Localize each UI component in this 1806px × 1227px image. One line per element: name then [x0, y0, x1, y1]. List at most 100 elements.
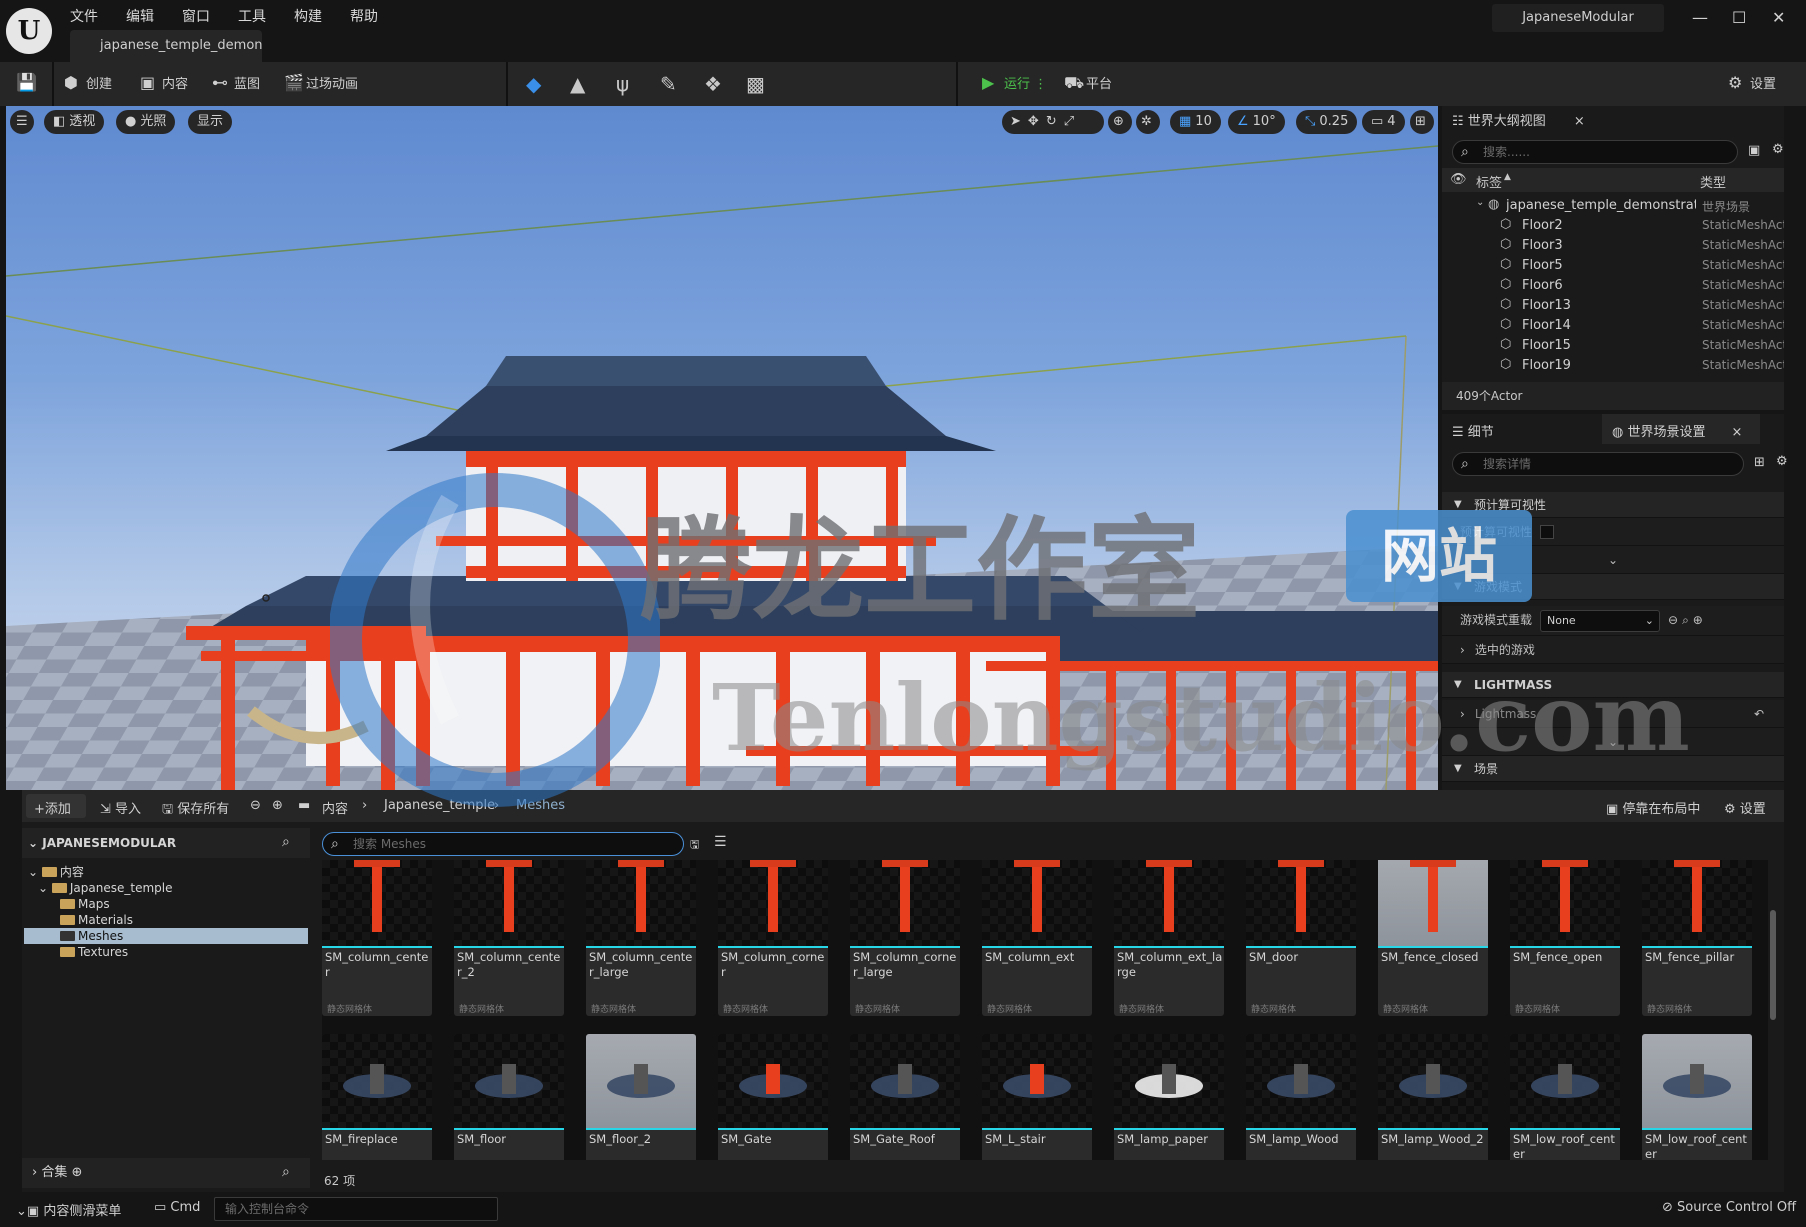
asset-tile[interactable]: SM_column_center_large 静态网格体: [586, 860, 696, 1016]
transform-tools[interactable]: ➤✥↻⤢: [1002, 110, 1104, 134]
close-tab-icon[interactable]: ×: [1732, 425, 1743, 440]
asset-tile[interactable]: SM_column_ext 静态网格体: [982, 860, 1092, 1016]
menu-build[interactable]: 构建: [294, 6, 322, 26]
section-scene[interactable]: ▼ 场景: [1442, 756, 1784, 782]
level-tab[interactable]: japanese_temple_demonst: [70, 30, 262, 62]
add-button[interactable]: +添加: [34, 798, 71, 817]
breadcrumb-content[interactable]: 内容: [322, 798, 348, 817]
tree-item-materials[interactable]: Materials: [60, 912, 133, 928]
surface-snap-icon[interactable]: ✲: [1136, 110, 1160, 134]
select-icon[interactable]: ➤: [1010, 114, 1028, 129]
move-icon[interactable]: ✥: [1028, 114, 1046, 129]
camera-speed-button[interactable]: ▭ 4: [1362, 110, 1405, 134]
prop-selected-game-mode[interactable]: › 选中的游戏: [1442, 636, 1784, 664]
reset-icon[interactable]: ↶: [1754, 700, 1764, 728]
breadcrumb-japanese-temple[interactable]: Japanese_temple: [384, 798, 495, 813]
section-precomputed-visibility[interactable]: ▼ 预计算可视性: [1442, 492, 1784, 518]
outliner-tab[interactable]: ☷ 世界大纲视图 ×: [1452, 110, 1585, 129]
add-collection-icon[interactable]: ⊕: [72, 1165, 83, 1180]
asset-tile[interactable]: SM_floor_2: [586, 1034, 696, 1160]
asset-tile[interactable]: SM_fence_closed 静态网格体: [1378, 860, 1488, 1016]
col-label[interactable]: 标签: [1476, 172, 1502, 191]
show-button[interactable]: 显示: [188, 110, 233, 134]
import-button[interactable]: ⇲ 导入: [100, 798, 141, 817]
collections-toggle[interactable]: › 合集 ⊕: [32, 1165, 82, 1181]
breadcrumb-meshes[interactable]: Meshes: [516, 798, 565, 813]
modeling-mode-icon[interactable]: ▩: [746, 72, 765, 96]
create-button[interactable]: ⬢ 创建: [64, 73, 112, 92]
precompute-checkbox[interactable]: [1540, 525, 1554, 539]
outliner-search-input[interactable]: ⌕ 搜索......: [1452, 140, 1738, 164]
minimize-button[interactable]: —: [1692, 8, 1708, 27]
filter-icon[interactable]: ☰: [714, 834, 727, 850]
rotation-snap-button[interactable]: ∠ 10°: [1228, 110, 1285, 134]
cb-settings-button[interactable]: ⚙ 设置: [1724, 798, 1766, 817]
back-icon[interactable]: ⊖: [250, 798, 261, 813]
section-game-mode[interactable]: ▼ 游戏模式: [1442, 574, 1784, 600]
details-settings-icon[interactable]: ⚙: [1776, 454, 1788, 469]
outliner-row[interactable]: ⬡Floor13StaticMeshActor: [1442, 296, 1784, 316]
viewport-layout-icon[interactable]: ⊞: [1410, 110, 1434, 134]
content-drawer-button[interactable]: ⌄▣ 内容侧滑菜单: [16, 1200, 121, 1219]
save-icon[interactable]: 💾: [16, 73, 37, 93]
lit-button[interactable]: ● 光照: [116, 110, 176, 134]
forward-icon[interactable]: ⊕: [272, 798, 283, 813]
prop-lightmass[interactable]: › Lightmass ↶: [1442, 700, 1784, 728]
save-search-icon[interactable]: 🖫: [690, 836, 699, 855]
menu-window[interactable]: 窗口: [182, 6, 210, 26]
grid-snap-button[interactable]: ▦ 10: [1170, 110, 1221, 134]
content-button[interactable]: ▣ 内容: [140, 73, 188, 92]
source-control-button[interactable]: ⊘ Source Control Off: [1662, 1200, 1796, 1215]
foliage-mode-icon[interactable]: ψ: [616, 72, 629, 96]
scale-snap-button[interactable]: ⤡ 0.25: [1296, 110, 1358, 134]
maximize-button[interactable]: ☐: [1732, 8, 1746, 27]
asset-tile[interactable]: SM_L_stair: [982, 1034, 1092, 1160]
asset-tile[interactable]: SM_column_center 静态网格体: [322, 860, 432, 1016]
save-all-button[interactable]: 🖫 保存所有: [162, 798, 229, 822]
asset-actions[interactable]: ⊖⌕⊕: [1668, 606, 1707, 634]
perspective-button[interactable]: ◧ 透视: [44, 110, 105, 134]
col-type[interactable]: 类型: [1700, 172, 1726, 191]
details-search-input[interactable]: ⌕ 搜索详情: [1452, 452, 1744, 476]
outliner-row[interactable]: ⬡Floor15StaticMeshActor: [1442, 336, 1784, 356]
close-button[interactable]: ✕: [1772, 8, 1785, 27]
mesh-paint-mode-icon[interactable]: ✎: [660, 72, 677, 96]
search-icon[interactable]: ⌕: [282, 834, 290, 850]
asset-tile[interactable]: SM_column_ext_large 静态网格体: [1114, 860, 1224, 1016]
blueprint-button[interactable]: ⊷ 蓝图: [212, 73, 260, 92]
tree-item-textures[interactable]: Textures: [60, 944, 128, 960]
outliner-settings-icon[interactable]: ⚙: [1772, 142, 1784, 157]
outliner-row[interactable]: ⬡Floor2StaticMeshActor: [1442, 216, 1784, 236]
dock-in-layout-button[interactable]: ▣ 停靠在布局中: [1606, 798, 1700, 817]
add-icon[interactable]: ⊕: [1693, 613, 1707, 627]
game-mode-dropdown[interactable]: None ⌄: [1540, 610, 1660, 632]
asset-tile[interactable]: SM_fence_pillar 静态网格体: [1642, 860, 1752, 1016]
viewport-menu-button[interactable]: ☰: [10, 110, 34, 134]
chevron-down-icon[interactable]: ⌄: [1476, 197, 1484, 208]
asset-tile[interactable]: SM_column_corner 静态网格体: [718, 860, 828, 1016]
asset-tile[interactable]: SM_column_corner_large 静态网格体: [850, 860, 960, 1016]
cmd-button[interactable]: ▭ Cmd: [154, 1200, 200, 1215]
expand-advanced[interactable]: ⌄: [1442, 546, 1784, 574]
menu-help[interactable]: 帮助: [350, 6, 378, 26]
outliner-row[interactable]: ⬡Floor3StaticMeshActor: [1442, 236, 1784, 256]
tree-root[interactable]: ⌄ JAPANESEMODULAR: [28, 835, 176, 851]
platform-button[interactable]: ⛟ 平台: [1064, 73, 1112, 94]
unreal-logo-icon[interactable]: U: [6, 8, 52, 54]
select-mode-icon[interactable]: ◆: [526, 72, 541, 96]
asset-tile[interactable]: SM_low_roof_center: [1642, 1034, 1752, 1160]
asset-tile[interactable]: SM_Gate: [718, 1034, 828, 1160]
landscape-mode-icon[interactable]: ▲: [570, 72, 585, 96]
menu-tools[interactable]: 工具: [238, 6, 266, 26]
outliner-row[interactable]: ⬡Floor5StaticMeshActor: [1442, 256, 1784, 276]
details-tab[interactable]: ☰ 细节: [1452, 421, 1494, 440]
asset-tile[interactable]: SM_fireplace: [322, 1034, 432, 1160]
asset-search-input[interactable]: ⌕ 搜索 Meshes: [322, 832, 684, 856]
world-settings-tab[interactable]: ◍ 世界场景设置 ×: [1612, 421, 1742, 440]
asset-tile[interactable]: SM_lamp_Wood_2: [1378, 1034, 1488, 1160]
expand-advanced-lightmass[interactable]: ⌄: [1442, 728, 1784, 756]
asset-tile[interactable]: SM_floor: [454, 1034, 564, 1160]
tree-item-meshes[interactable]: Meshes: [60, 928, 123, 944]
tree-item-content[interactable]: ⌄ 内容: [28, 864, 84, 880]
asset-tile[interactable]: SM_column_center_2 静态网格体: [454, 860, 564, 1016]
